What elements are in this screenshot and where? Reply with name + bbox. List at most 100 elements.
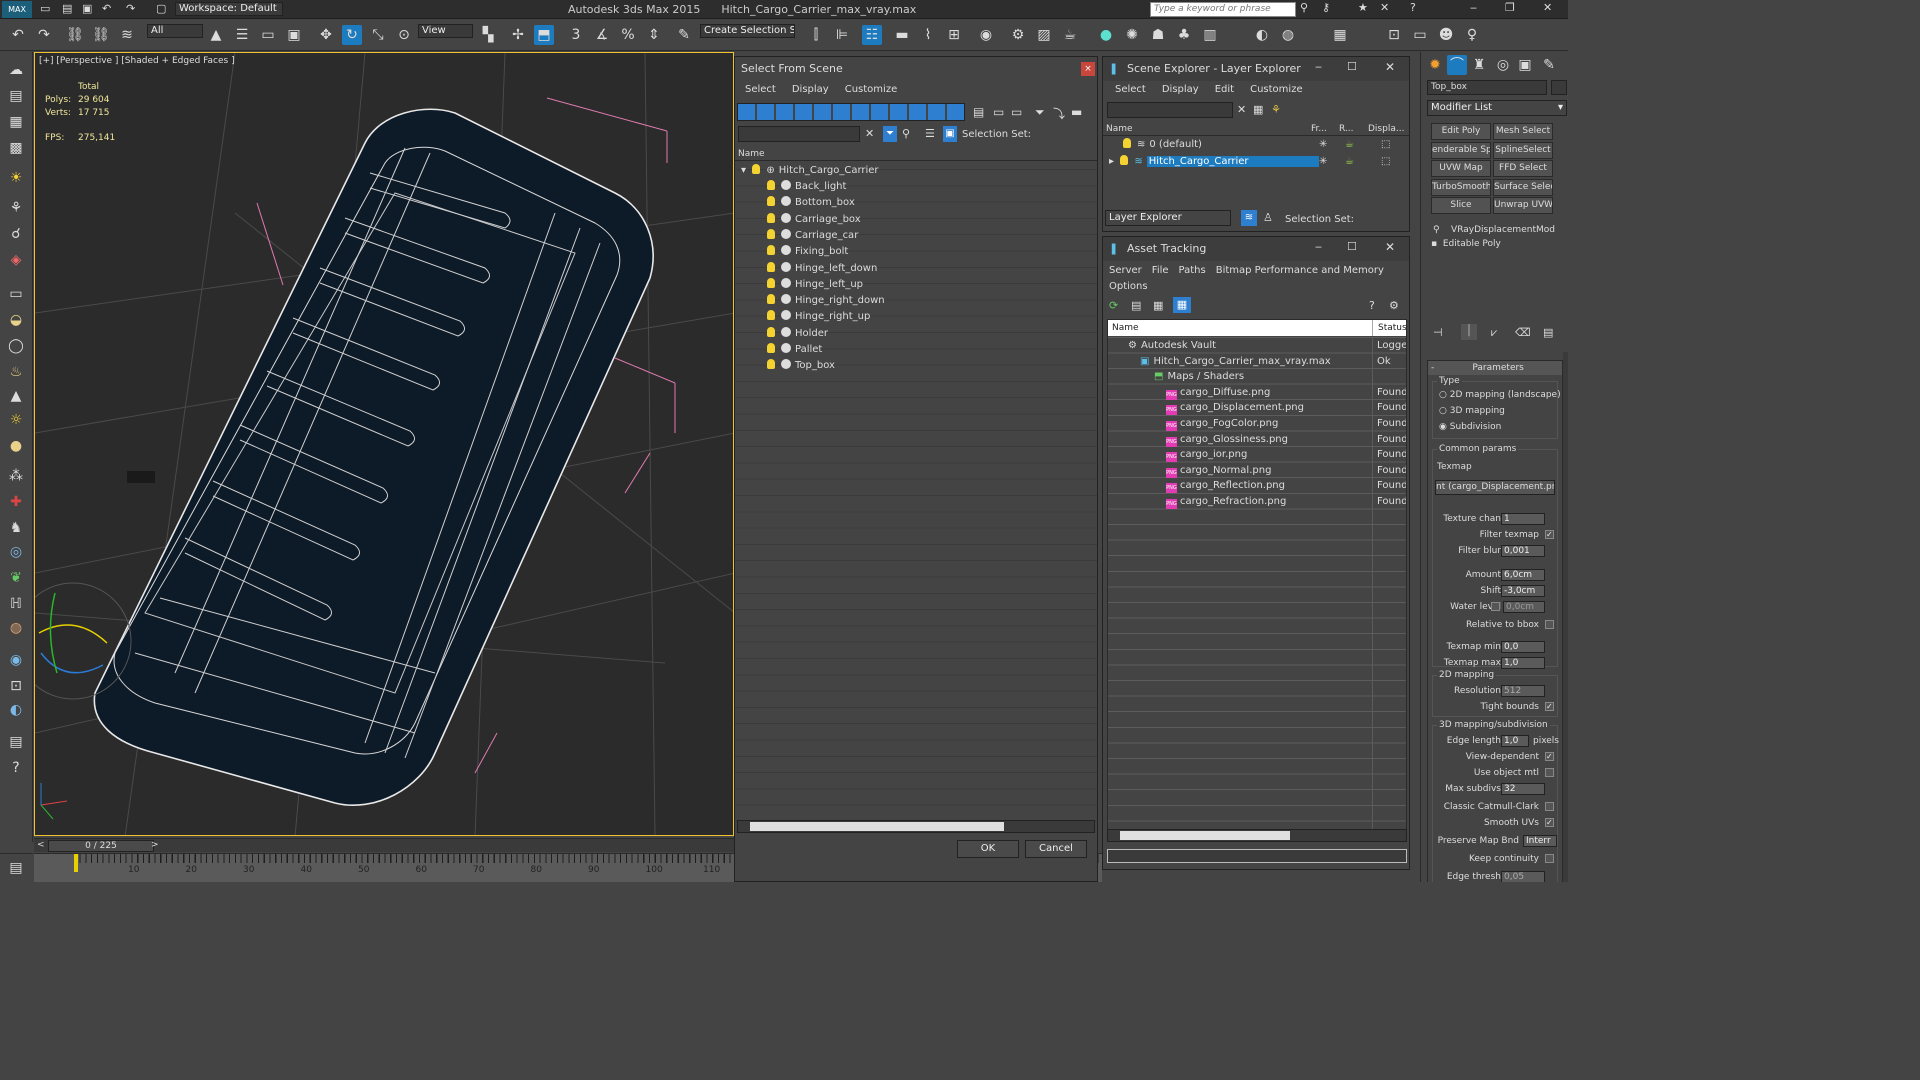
display-children-icon[interactable]: ▤ — [973, 105, 984, 119]
texmap-button[interactable]: nt (cargo_Displacement.png) — [1435, 480, 1555, 495]
menu-server[interactable]: Server — [1109, 265, 1142, 276]
graphite-icon-25[interactable]: ◐ — [6, 700, 26, 720]
col-render[interactable]: R... — [1339, 122, 1354, 136]
tight-bounds-checkbox[interactable]: ✓ — [1545, 702, 1554, 711]
selection-filter-dropdown[interactable]: All — [147, 24, 203, 38]
asset-row[interactable]: PNG cargo_Normal.png Found — [1108, 463, 1406, 478]
help-icon[interactable]: ? — [1410, 1, 1416, 14]
binoculars-icon[interactable]: ⚲ — [1300, 1, 1308, 14]
scene-object-row[interactable]: Hinge_left_up — [735, 277, 1097, 293]
menu-options[interactable]: Options — [1109, 281, 1148, 292]
classic-catmull-checkbox[interactable] — [1545, 802, 1554, 811]
asset-row[interactable]: PNG cargo_Glossiness.png Found — [1108, 432, 1406, 447]
graphite-icon-6[interactable]: ⚘ — [6, 198, 26, 218]
vray-cam-icon[interactable]: ▦ — [1330, 25, 1350, 45]
asset-row[interactable]: PNG cargo_FogColor.png Found — [1108, 416, 1406, 431]
graphite-icon-8[interactable]: ◈ — [6, 250, 26, 270]
scene-object-row[interactable]: Hinge_left_down — [735, 261, 1097, 277]
time-slider[interactable]: < 0 / 225 > — [34, 838, 734, 852]
add-to-layer-icon[interactable]: ⚘ — [1271, 103, 1281, 116]
vray-light-icon[interactable]: ● — [1096, 25, 1116, 45]
modifier-button[interactable]: FFD Select — [1493, 160, 1553, 177]
menu-edit[interactable]: Edit — [1215, 84, 1234, 95]
modify-tab-icon[interactable]: ⌒ — [1447, 55, 1467, 75]
object-color-swatch[interactable] — [1551, 80, 1567, 95]
scene-object-row[interactable]: Hinge_right_up — [735, 309, 1097, 325]
scene-object-row[interactable]: Hinge_right_down — [735, 293, 1097, 309]
light-bulb-icon[interactable] — [767, 277, 775, 288]
selection-set-icon[interactable]: ▣ — [943, 126, 957, 142]
display-icon[interactable]: ⬚ — [1381, 154, 1390, 170]
hierarchy-icon[interactable]: ⚲ — [902, 127, 910, 140]
redo-icon[interactable]: ↷ — [34, 25, 54, 45]
graphite-icon-19[interactable]: ◎ — [6, 542, 26, 562]
search-input[interactable] — [1107, 102, 1233, 118]
param-spinner[interactable]: 0,0 — [1501, 641, 1545, 653]
time-slider-thumb[interactable]: 0 / 225 — [48, 840, 154, 852]
max-subdivs-spinner[interactable]: 32 — [1501, 783, 1545, 795]
select-from-scene-titlebar[interactable]: Select From Scene — [735, 57, 1097, 81]
asset-row[interactable]: ▣ Hitch_Cargo_Carrier_max_vray.max Ok — [1108, 354, 1406, 369]
graphite-icon-27[interactable]: ? — [6, 758, 26, 778]
display-icon[interactable]: ⬚ — [1381, 137, 1390, 153]
graphite-icon-7[interactable]: ☌ — [6, 224, 26, 244]
filter-icon[interactable]: ⏷ — [883, 126, 897, 142]
vray-sun-icon[interactable]: ✺ — [1122, 25, 1142, 45]
graphite-icon-23[interactable]: ◉ — [6, 650, 26, 670]
graphite-icon-9[interactable]: ▭ — [6, 284, 26, 304]
maximize-icon[interactable]: ❐ — [1505, 1, 1515, 14]
refresh-icon[interactable]: ⟳ — [1109, 299, 1118, 312]
minimize-icon[interactable]: ‒ — [1470, 1, 1477, 14]
modifier-button[interactable]: TurboSmooth — [1431, 178, 1491, 196]
col-status[interactable]: Status — [1372, 320, 1406, 336]
bind-space-warp-icon[interactable]: ≋ — [117, 25, 137, 45]
cancel-button[interactable]: Cancel — [1025, 840, 1087, 858]
asset-row[interactable]: PNG cargo_Displacement.png Found — [1108, 400, 1406, 416]
vray-plane-icon[interactable]: ▭ — [1410, 25, 1430, 45]
vray-proxy-icon[interactable]: ▥ — [1200, 25, 1220, 45]
minimize-icon[interactable]: ‒ — [1315, 240, 1322, 253]
preserve-map-dropdown[interactable]: Interr — [1523, 835, 1557, 847]
help-icon[interactable]: ? — [1369, 299, 1375, 312]
layer-row-hitch[interactable]: ▸ ≋ Hitch_Cargo_Carrier ✳ ☕ ⬚ — [1103, 154, 1409, 170]
param-spinner[interactable]: 1,0 — [1501, 657, 1545, 669]
pivot-icon[interactable]: ▚ — [478, 25, 498, 45]
find-icon[interactable]: ▬ — [1071, 105, 1082, 119]
hierarchy-tab-icon[interactable]: ♜ — [1469, 55, 1489, 75]
configure-sets-icon[interactable]: ▤ — [1543, 326, 1553, 339]
edge-length-spinner[interactable]: 1,0 — [1501, 735, 1529, 747]
tree-root-row[interactable]: ▾ ⊕ Hitch_Cargo_Carrier — [735, 163, 1097, 179]
mini-listener-toggle[interactable]: ▤ — [0, 853, 33, 882]
explorer-type-dropdown[interactable]: Layer Explorer — [1105, 210, 1231, 226]
undo-small-icon[interactable]: ↶ — [102, 2, 111, 15]
app-logo[interactable]: MAX — [2, 1, 32, 18]
link-icon[interactable]: ⛓ — [65, 25, 85, 45]
freeze-icon[interactable]: ✳ — [1319, 137, 1327, 153]
exchange-icon[interactable]: ✕ — [1380, 1, 1389, 14]
scene-object-row[interactable]: Bottom_box — [735, 195, 1097, 211]
pin-stack-icon[interactable]: ⊣ — [1433, 326, 1443, 339]
render-icon[interactable]: ☕ — [1060, 25, 1080, 45]
smooth-uvs-checkbox[interactable]: ✓ — [1545, 818, 1554, 827]
graphite-icon-18[interactable]: ♞ — [6, 518, 26, 538]
asset-path-field[interactable] — [1107, 849, 1407, 863]
scene-object-row[interactable]: Fixing_bolt — [735, 244, 1097, 260]
create-tab-icon[interactable]: ✹ — [1425, 55, 1445, 75]
scene-object-row[interactable]: Back_light — [735, 179, 1097, 195]
graphite-icon-16[interactable]: ⁂ — [6, 466, 26, 486]
percent-snap-icon[interactable]: % — [618, 25, 638, 45]
modifier-button[interactable]: Edit Poly — [1431, 123, 1491, 140]
table-view-icon[interactable]: ▦ — [1173, 297, 1191, 313]
modifier-button[interactable]: UVW Map — [1431, 160, 1491, 177]
vray-bulb-icon[interactable]: ♀ — [1462, 25, 1482, 45]
render-icon[interactable]: ☕ — [1345, 137, 1354, 153]
rect-selection-icon[interactable]: ▭ — [258, 25, 278, 45]
menu-display[interactable]: Display — [1162, 84, 1199, 95]
redo-small-icon[interactable]: ↷ — [126, 2, 135, 15]
vray-fur-icon[interactable]: ♣ — [1174, 25, 1194, 45]
prev-frame-icon[interactable]: < — [37, 840, 45, 850]
save-icon[interactable]: ▣ — [82, 2, 92, 15]
layer-icon[interactable]: ☰ — [925, 127, 935, 140]
named-selection-dropdown[interactable]: Create Selection Se — [700, 24, 795, 38]
utilities-tab-icon[interactable]: ✎ — [1539, 55, 1559, 75]
